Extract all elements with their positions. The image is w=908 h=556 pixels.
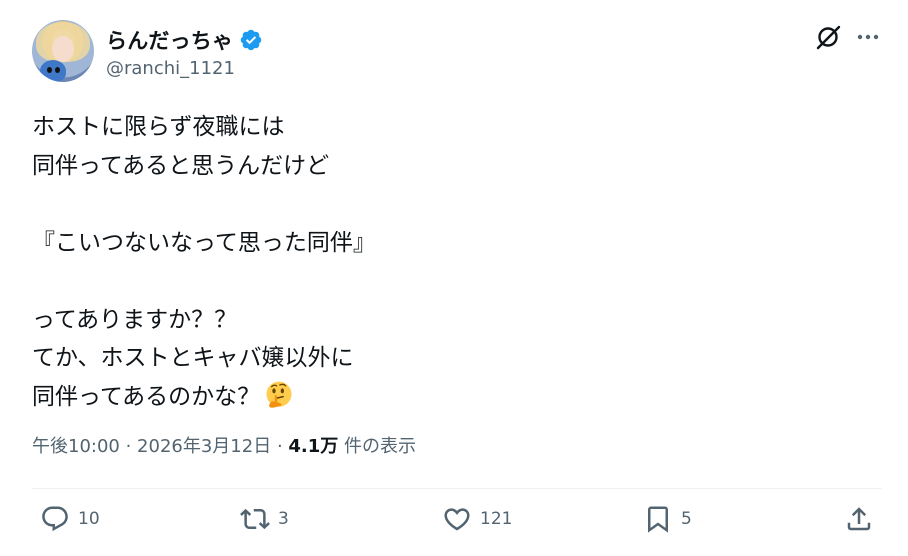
avatar-face [52,36,74,62]
user-handle[interactable]: @ranchi_1121 [106,58,235,79]
share-icon [847,507,871,531]
like-button[interactable]: 121 [442,504,512,534]
meta-separator: · [119,436,138,457]
tweet-line: ってありますか？？ [32,306,238,333]
like-count: 121 [480,509,513,529]
tweet-line-text: 同伴ってあるのかな？ [32,383,261,410]
tweet-line: てか、ホストとキャバ嬢以外に [32,345,354,371]
repost-count: 3 [278,509,289,529]
tweet-line [32,262,872,301]
tweet-line: ホストに限らず夜職には [32,114,285,140]
avatar[interactable] [32,20,94,82]
tweet-time[interactable]: 午後10:00 [32,436,120,457]
meta-separator: · [271,436,289,457]
share-button[interactable] [844,504,874,534]
bookmark-count: 5 [681,509,692,529]
tweet-date[interactable]: 2026年3月12日 [137,436,271,457]
reply-button[interactable]: 10 [40,504,100,534]
views-count[interactable]: 4.1万 [288,436,338,457]
reply-count: 10 [78,509,100,529]
tweet-card: らんだっちゃ @ranchi_1121 ホストに限らず夜職には 同伴ってあると思… [0,0,908,556]
reply-icon [42,506,68,532]
heart-icon [444,508,470,531]
repost-button[interactable]: 3 [240,504,289,534]
divider [32,488,882,489]
tweet-line [32,185,872,224]
bookmark-icon [648,506,668,533]
tweet-meta: 午後10:00 · 2026年3月12日 · 4.1万 件の表示 [32,432,416,458]
grok-icon[interactable] [813,22,843,52]
display-name[interactable]: らんだっちゃ [106,25,233,55]
bookmark-button[interactable]: 5 [643,504,692,534]
name-row: らんだっちゃ [106,25,263,55]
action-bar: 10 3 121 5 [0,504,908,548]
repost-icon [240,508,270,530]
tweet-line-last: 同伴ってあるのかな？ [32,378,872,417]
tweet-text: ホストに限らず夜職には 同伴ってあると思うんだけど 『こいつないなって思った同伴… [32,108,872,416]
tweet-line: 『こいつないなって思った同伴』 [32,229,376,256]
views-label: 件の表示 [338,436,417,457]
tweet-line: 同伴ってあると思うんだけど [32,152,330,179]
more-icon[interactable] [853,22,883,52]
thinking-face-emoji [266,381,292,408]
verified-badge-icon [240,29,262,51]
avatar-slime [40,60,66,82]
